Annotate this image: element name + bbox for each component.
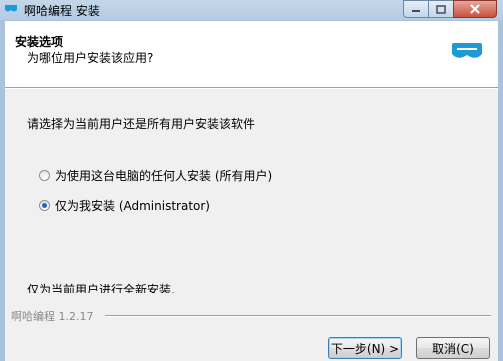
close-button[interactable] (453, 0, 497, 18)
instruction-text: 请选择为当前用户还是所有用户安装该软件 (27, 117, 256, 131)
wizard-client-area: 安装选项 为哪位用户安装该应用? 请选择为当前用户还是所有用户安装该软件 为使用… (5, 21, 498, 361)
next-button[interactable]: 下一步(N) > (328, 337, 402, 359)
cancel-button[interactable]: 取消(C) (416, 337, 490, 359)
radio-current-user-label[interactable]: 仅为我安装 (Administrator) (55, 197, 210, 214)
radio-all-users-label[interactable]: 为使用这台电脑的任何人安装 (所有用户) (55, 167, 272, 184)
maximize-icon (436, 4, 446, 14)
footer-divider (105, 315, 491, 317)
title-bar[interactable]: 啊哈编程 安装 (0, 0, 503, 20)
options-panel: 请选择为当前用户还是所有用户安装该软件 为使用这台电脑的任何人安装 (所有用户)… (5, 89, 498, 319)
version-label: 啊哈编程 1.2.17 (11, 310, 94, 323)
radio-all-users[interactable]: 为使用这台电脑的任何人安装 (所有用户) (39, 167, 272, 184)
installer-window: 啊哈编程 安装 安装选项 为哪位用户安装该应用? 请选择为当前用户还是所有用户安… (0, 0, 503, 361)
minimize-button[interactable] (403, 0, 429, 18)
radio-all-users-indicator[interactable] (39, 170, 50, 181)
wizard-footer: 啊哈编程 1.2.17 下一步(N) > 取消(C) (5, 293, 498, 361)
radio-current-user[interactable]: 仅为我安装 (Administrator) (39, 197, 210, 214)
minimize-icon (412, 10, 420, 12)
window-title: 啊哈编程 安装 (24, 4, 100, 18)
close-icon (470, 4, 480, 14)
page-subtitle: 为哪位用户安装该应用? (27, 51, 154, 65)
app-logo-icon (5, 5, 17, 12)
maximize-button[interactable] (428, 0, 454, 18)
wizard-header: 安装选项 为哪位用户安装该应用? (5, 21, 498, 73)
radio-current-user-indicator[interactable] (39, 200, 50, 211)
app-logo-icon (452, 43, 482, 58)
page-title: 安装选项 (15, 35, 64, 49)
